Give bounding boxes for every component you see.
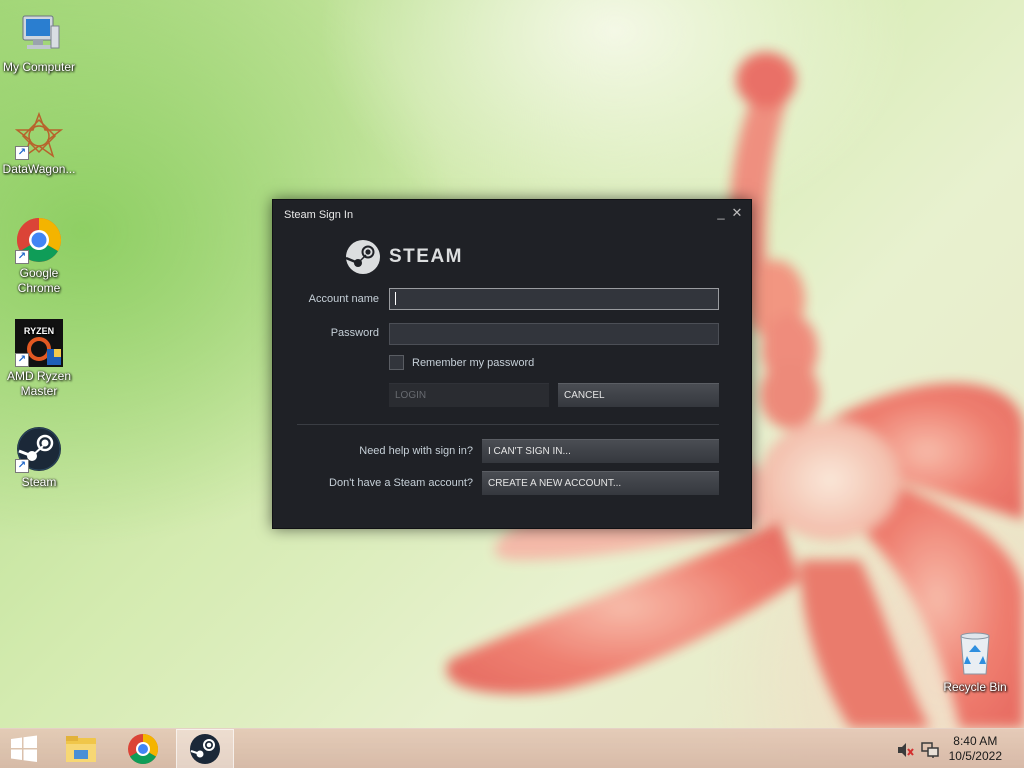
network-icon[interactable] (920, 741, 940, 759)
taskbar-steam[interactable] (176, 729, 234, 768)
close-button[interactable]: ✕ (729, 205, 745, 221)
account-name-input[interactable] (389, 288, 719, 310)
account-name-label: Account name (308, 293, 379, 305)
chrome-icon (128, 734, 159, 765)
recycle-bin-icon (951, 630, 999, 678)
shortcut-arrow-icon: ↗ (15, 146, 29, 160)
dialog-title: Steam Sign In (284, 209, 354, 221)
steam-logo: STEAM (345, 238, 463, 276)
volume-muted-icon[interactable] (896, 741, 914, 759)
taskbar-file-explorer[interactable] (52, 729, 110, 768)
steam-icon: ↗ (15, 425, 63, 473)
desktop-icon-label: Steam (21, 475, 57, 489)
desktop-icon-label: My Computer (2, 60, 76, 74)
shortcut-arrow-icon: ↗ (15, 250, 29, 264)
create-account-button[interactable]: CREATE A NEW ACCOUNT... (482, 471, 719, 495)
start-button[interactable] (0, 729, 48, 768)
taskbar: 8:40 AM 10/5/2022 (0, 728, 1024, 768)
shortcut-arrow-icon: ↗ (15, 353, 29, 367)
desktop-icon-chrome[interactable]: ↗ Google Chrome (0, 216, 78, 296)
minimize-button[interactable]: _ (713, 205, 729, 221)
login-button[interactable]: LOGIN (389, 383, 549, 407)
shortcut-arrow-icon: ↗ (15, 459, 29, 473)
steam-logo-text: STEAM (389, 246, 463, 267)
desktop-icon-steam[interactable]: ↗ Steam (0, 425, 78, 490)
computer-icon (15, 10, 63, 58)
text-cursor (395, 292, 396, 305)
password-input[interactable] (389, 323, 719, 345)
desktop-icon-label: Google Chrome (17, 266, 61, 295)
help-prompt: Need help with sign in? (359, 445, 473, 457)
desktop-icon-recycle-bin[interactable]: Recycle Bin (936, 630, 1014, 695)
datawagon-icon: ↗ (14, 111, 64, 160)
desktop-icon-datawagon[interactable]: ↗ DataWagon... (0, 111, 78, 177)
divider (297, 424, 719, 425)
steam-sign-in-dialog: Steam Sign In _ ✕ STEAM Account name Pas… (272, 199, 752, 529)
steam-logo-icon (345, 240, 380, 274)
folder-icon (66, 736, 96, 762)
desktop-icon-label: AMD Ryzen Master (6, 369, 71, 398)
cant-sign-in-button[interactable]: I CAN'T SIGN IN... (482, 439, 719, 463)
remember-password-label: Remember my password (412, 357, 535, 369)
desktop-icon-label: DataWagon... (2, 162, 76, 176)
cancel-button[interactable]: CANCEL (558, 383, 719, 407)
desktop-icon-amd-ryzen-master[interactable]: RYZEN ↗ AMD Ryzen Master (0, 319, 78, 399)
chrome-icon: ↗ (15, 216, 63, 264)
desktop-icon-my-computer[interactable]: My Computer (0, 10, 78, 75)
no-account-prompt: Don't have a Steam account? (329, 477, 473, 489)
clock-date: 10/5/2022 (948, 749, 1002, 763)
desktop-icon-label: Recycle Bin (943, 680, 1007, 694)
windows-icon (11, 735, 37, 762)
clock-time: 8:40 AM (953, 734, 998, 748)
ryzen-badge-text: RYZEN (24, 326, 54, 336)
ryzen-icon: RYZEN ↗ (15, 319, 63, 367)
clock[interactable]: 8:40 AM 10/5/2022 (949, 734, 1002, 764)
password-label: Password (330, 327, 379, 339)
remember-password-checkbox[interactable] (389, 355, 404, 370)
steam-icon (190, 734, 220, 764)
taskbar-chrome[interactable] (114, 729, 172, 768)
